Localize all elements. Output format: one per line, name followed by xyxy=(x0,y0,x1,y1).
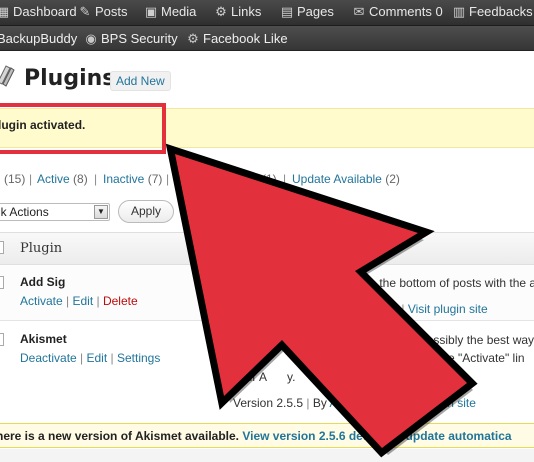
admin-menu-posts[interactable]: ✎ Posts xyxy=(78,4,128,20)
plugin-meta: gin | Visit plugin site xyxy=(382,302,488,316)
bulk-actions-select[interactable]: lk Actions ▼ xyxy=(0,203,110,221)
view-update-details-link[interactable]: View version 2.5.6 details or update aut… xyxy=(242,429,511,443)
filter-active[interactable]: Active (8) xyxy=(37,172,88,186)
feedbacks-icon: ▥ xyxy=(452,4,466,19)
wp-plugins-screen: ▦Dashboard ✎Posts ▣Media ⚙Links ▤Pages ✉… xyxy=(0,0,534,462)
plugin-author-link[interactable]: Automattic xyxy=(330,396,387,410)
comments-icon: ✉ xyxy=(353,4,365,19)
plugin-toolbar: BackupBuddy ◉ BPS Security ⚙ Facebook Like xyxy=(0,26,534,51)
table-footer-strip xyxy=(0,449,534,462)
admin-menu-comments[interactable]: ✉ Comments 0 xyxy=(352,4,443,20)
admin-menu-links[interactable]: ⚙ Links xyxy=(214,4,261,20)
admin-menu-pages[interactable]: ▤ Pages xyxy=(280,4,334,20)
plugin-name-add-sig: Add Sig xyxy=(20,275,66,289)
links-icon: ⚙ xyxy=(215,4,227,19)
chevron-down-icon: ▼ xyxy=(94,205,108,219)
posts-icon: ✎ xyxy=(79,4,91,19)
plugin-description: Use xyxy=(233,333,255,347)
plugin-description: ick the "Activate" lin xyxy=(420,351,525,365)
plugins-table-header xyxy=(0,232,534,265)
row-checkbox-akismet[interactable] xyxy=(0,333,4,346)
visit-plugin-site-link[interactable]: Visit plugin site xyxy=(408,302,488,316)
admin-top-bar: ▦Dashboard ✎Posts ▣Media ⚙Links ▤Pages ✉… xyxy=(0,0,534,26)
update-notice-text: here is a new version of Akismet availab… xyxy=(0,429,512,443)
row-actions-add-sig: Activate | Edit | Delete xyxy=(20,294,138,308)
plugin-description: your Ay. xyxy=(233,370,296,384)
plugin-author-link[interactable]: gin xyxy=(382,302,398,316)
filter-all-count[interactable]: (15) xyxy=(4,172,25,186)
filter-recent-count[interactable]: (1) xyxy=(262,172,277,186)
plugin-description: ms, A xyxy=(306,333,337,347)
deactivate-link[interactable]: Deactivate xyxy=(20,351,77,365)
media-icon: ▣ xyxy=(144,4,158,19)
settings-link[interactable]: Settings xyxy=(117,351,160,365)
plugin-name-akismet: Akismet xyxy=(20,332,67,346)
admin-menu-dashboard[interactable]: ▦Dashboard xyxy=(0,4,77,20)
plugin-status-filters: (15) | Active (8) | Inactive (7) | R (1)… xyxy=(4,172,400,186)
admin-menu-media[interactable]: ▣ Media xyxy=(144,4,197,20)
page-title: Plugins xyxy=(24,66,116,91)
add-new-button[interactable]: Add New xyxy=(110,71,171,91)
toolbar-facebook-like[interactable]: ⚙ Facebook Like xyxy=(186,31,287,47)
plugin-meta: Version 2.5.5 | By Automattic | Visit pl… xyxy=(233,396,476,410)
delete-link[interactable]: Delete xyxy=(103,294,138,308)
notice-highlight-box xyxy=(0,103,166,154)
toolbar-backupbuddy[interactable]: BackupBuddy xyxy=(0,31,77,46)
plugin-description: while xyxy=(233,351,261,365)
admin-menu-feedbacks[interactable]: ▥ Feedbacks xyxy=(452,4,533,20)
filter-inactive[interactable]: Inactive (7) xyxy=(103,172,162,186)
toolbar-bps-security[interactable]: ◉ BPS Security xyxy=(84,31,177,47)
apply-button[interactable]: Apply xyxy=(118,200,174,223)
edit-link[interactable]: Edit xyxy=(72,294,93,308)
filter-partial[interactable]: R xyxy=(175,172,184,186)
plugin-description: possibly the best way xyxy=(420,333,534,347)
gear-icon: ⚙ xyxy=(187,31,199,46)
filter-update-available[interactable]: Update Available (2) xyxy=(292,172,400,186)
visit-plugin-site-link[interactable]: Visit plugin site xyxy=(396,396,476,410)
bps-security-icon: ◉ xyxy=(85,31,97,46)
row-checkbox-add-sig[interactable] xyxy=(0,276,4,289)
pages-icon: ▤ xyxy=(280,4,294,19)
plugin-description: ep. To get xyxy=(312,351,365,365)
row-actions-akismet: Deactivate | Edit | Settings xyxy=(20,351,161,365)
select-all-checkbox[interactable] xyxy=(0,241,4,254)
plugin-description: to the bottom of posts with the a xyxy=(366,276,534,290)
column-plugin-header: Plugin xyxy=(20,241,63,256)
activate-link[interactable]: Activate xyxy=(20,294,63,308)
dashboard-icon: ▦ xyxy=(0,4,10,20)
edit-link[interactable]: Edit xyxy=(87,351,108,365)
plugins-page-icon xyxy=(0,65,15,87)
